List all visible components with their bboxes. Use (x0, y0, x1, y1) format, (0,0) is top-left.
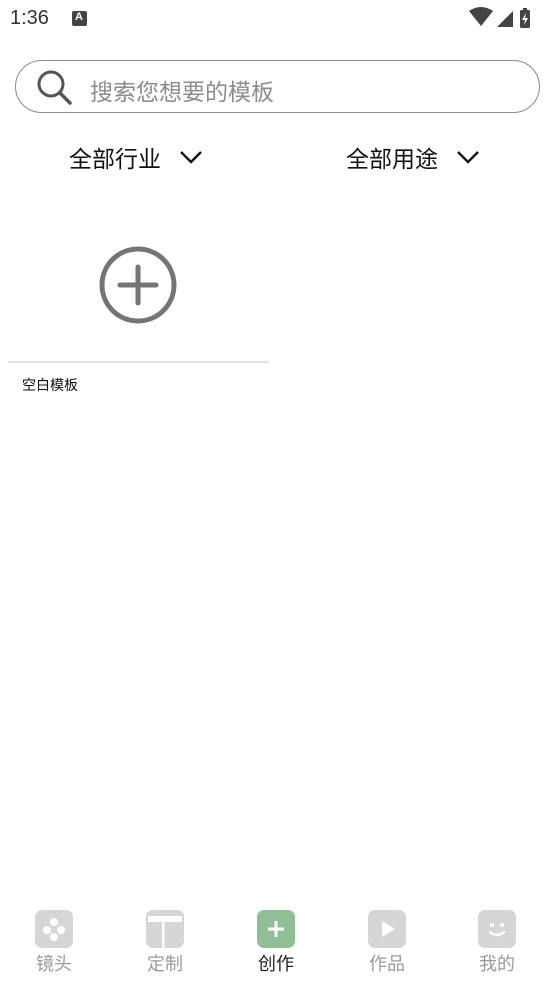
nav-item-lens[interactable]: 镜头 (9, 908, 99, 978)
search-placeholder: 搜索您想要的模板 (90, 80, 274, 106)
wifi-icon (469, 7, 493, 26)
bottom-nav: 镜头 定制 创作 作品 我的 (0, 900, 553, 984)
chevron-down-icon (457, 151, 479, 164)
industry-filter-dropdown[interactable]: 全部行业 (69, 140, 203, 174)
signal-icon (497, 11, 513, 27)
a-letter-icon: A (72, 11, 87, 26)
nav-label-create: 创作 (258, 954, 294, 975)
lens-icon (35, 910, 73, 948)
status-icons (467, 7, 547, 29)
nav-item-create[interactable]: 创作 (231, 908, 321, 978)
template-label: 空白模板 (22, 378, 78, 394)
search-icon (37, 70, 72, 105)
nav-item-custom[interactable]: 定制 (120, 908, 210, 978)
nav-item-mine[interactable]: 我的 (452, 908, 542, 978)
nav-label-works: 作品 (369, 954, 405, 975)
nav-label-lens: 镜头 (36, 954, 72, 975)
usage-filter-label: 全部用途 (346, 147, 438, 173)
play-icon (368, 910, 406, 948)
plus-circle-icon (99, 246, 177, 324)
card-divider (8, 361, 269, 363)
status-bar: 1:36 A (0, 0, 553, 38)
blank-template-card[interactable]: 空白模板 (8, 215, 269, 405)
status-time: 1:36 (10, 7, 49, 29)
plus-icon (257, 910, 295, 948)
nav-label-mine: 我的 (479, 954, 515, 975)
search-input[interactable]: 搜索您想要的模板 (15, 60, 540, 113)
nav-item-works[interactable]: 作品 (342, 908, 432, 978)
industry-filter-label: 全部行业 (69, 147, 161, 173)
usage-filter-dropdown[interactable]: 全部用途 (346, 140, 480, 174)
nav-label-custom: 定制 (147, 954, 183, 975)
chevron-down-icon (180, 151, 202, 164)
layout-icon (146, 910, 184, 948)
smile-icon (478, 910, 516, 948)
battery-charging-icon (520, 8, 530, 28)
